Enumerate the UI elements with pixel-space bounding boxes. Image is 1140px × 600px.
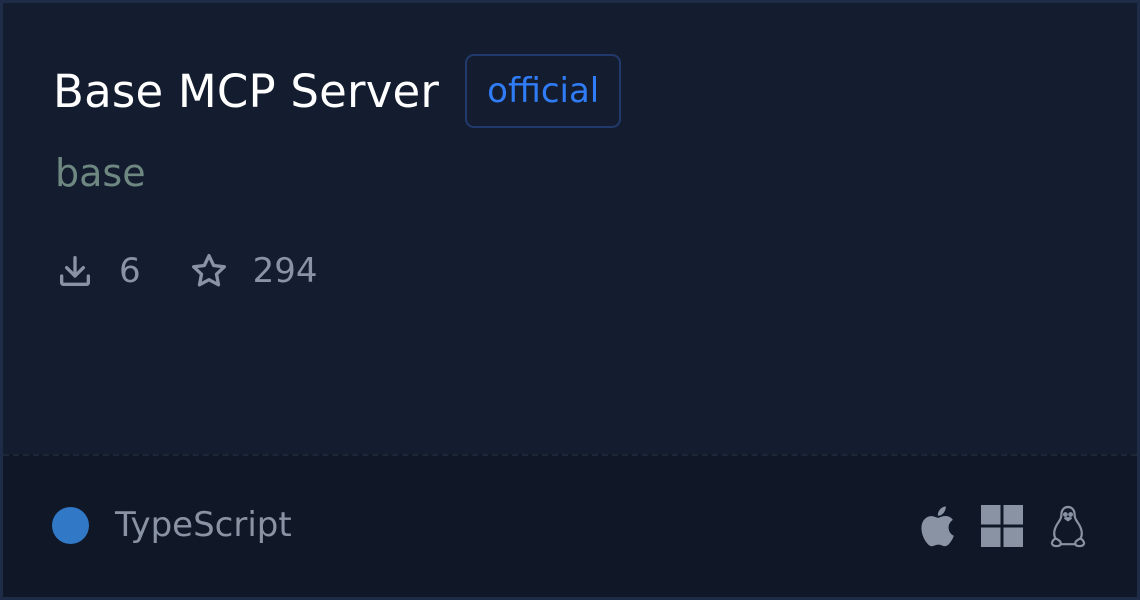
card-footer: TypeScript bbox=[3, 454, 1137, 597]
windows-icon bbox=[981, 505, 1023, 547]
server-title[interactable]: Base MCP Server bbox=[53, 69, 439, 114]
download-icon bbox=[55, 251, 95, 291]
server-slug: base bbox=[55, 151, 146, 195]
title-row: Base MCP Server official bbox=[53, 53, 622, 129]
official-badge: official bbox=[465, 54, 622, 128]
stars-stat: 294 bbox=[189, 251, 318, 291]
linux-icon bbox=[1049, 504, 1087, 548]
downloads-stat: 6 bbox=[55, 251, 141, 291]
downloads-count: 6 bbox=[119, 251, 141, 291]
language-indicator: TypeScript bbox=[52, 505, 292, 545]
stats-row: 6 294 bbox=[55, 249, 366, 293]
language-name: TypeScript bbox=[115, 505, 292, 545]
star-icon[interactable] bbox=[189, 251, 229, 291]
server-card[interactable]: Base MCP Server official base 6 294 Type… bbox=[0, 0, 1140, 600]
apple-icon bbox=[919, 504, 955, 548]
stars-count: 294 bbox=[252, 251, 318, 291]
platform-list bbox=[893, 501, 1087, 551]
language-color-dot bbox=[52, 506, 89, 544]
